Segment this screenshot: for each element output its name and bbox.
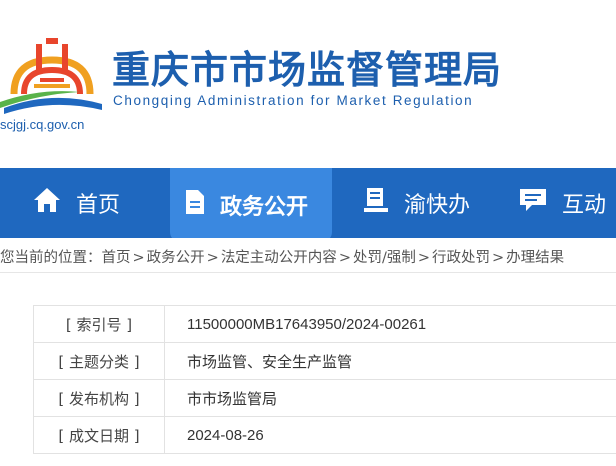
table-row: [ 索引号 ] 11500000MB17643950/2024-00261: [33, 305, 616, 343]
nav-label: 政务公开: [220, 195, 309, 220]
info-key: [ 成文日期 ]: [33, 416, 165, 454]
chat-icon: [518, 186, 548, 220]
document-icon: [184, 189, 206, 221]
info-key: [ 主题分类 ]: [33, 342, 165, 380]
divider: [0, 272, 616, 273]
main-nav: 首页 政务公开 渝快办 互动: [0, 168, 616, 238]
info-key: [ 发布机构 ]: [33, 379, 165, 417]
breadcrumb: 您当前的位置：首页 > 政务公开 > 法定主动公开内容 > 处罚/强制 > 行政处罚 > 办理结果: [0, 250, 565, 266]
breadcrumb-link[interactable]: 法定主动公开内容: [221, 250, 337, 266]
site-header: 重庆市市场监督管理局 Chongqing Administration for …: [0, 0, 616, 168]
breadcrumb-link[interactable]: 行政处罚: [432, 250, 490, 266]
info-value: 2024-08-26: [164, 416, 616, 454]
site-domain: scjgj.cq.gov.cn: [0, 117, 85, 132]
breadcrumb-link[interactable]: 处罚/强制: [353, 250, 416, 266]
document-info-table: [ 索引号 ] 11500000MB17643950/2024-00261 [ …: [33, 305, 616, 454]
site-logo[interactable]: [0, 38, 104, 122]
info-value: 11500000MB17643950/2024-00261: [164, 305, 616, 343]
table-row: [ 发布机构 ] 市市场监管局: [33, 379, 616, 417]
service-desk-icon: [362, 186, 390, 220]
nav-item-interaction[interactable]: 互动: [518, 168, 606, 238]
site-title: 重庆市市场监督管理局: [112, 48, 503, 92]
info-key: [ 索引号 ]: [33, 305, 165, 343]
nav-item-gov-affairs[interactable]: 政务公开: [170, 168, 332, 238]
home-icon: [32, 186, 62, 220]
nav-label: 首页: [76, 193, 121, 218]
nav-label: 互动: [562, 193, 607, 218]
table-row: [ 成文日期 ] 2024-08-26: [33, 416, 616, 454]
breadcrumb-link[interactable]: 首页: [102, 250, 131, 266]
nav-item-home[interactable]: 首页: [32, 168, 120, 238]
breadcrumb-prefix: 您当前的位置：: [0, 250, 102, 266]
info-value: 市市场监管局: [164, 379, 616, 417]
info-value: 市场监管、安全生产监管: [164, 342, 616, 380]
nav-label: 渝快办: [404, 193, 471, 218]
breadcrumb-link[interactable]: 政务公开: [147, 250, 205, 266]
site-subtitle: Chongqing Administration for Market Regu…: [113, 93, 474, 108]
nav-item-yukuaiban[interactable]: 渝快办: [362, 168, 470, 238]
table-row: [ 主题分类 ] 市场监管、安全生产监管: [33, 342, 616, 380]
breadcrumb-link[interactable]: 办理结果: [506, 250, 564, 266]
